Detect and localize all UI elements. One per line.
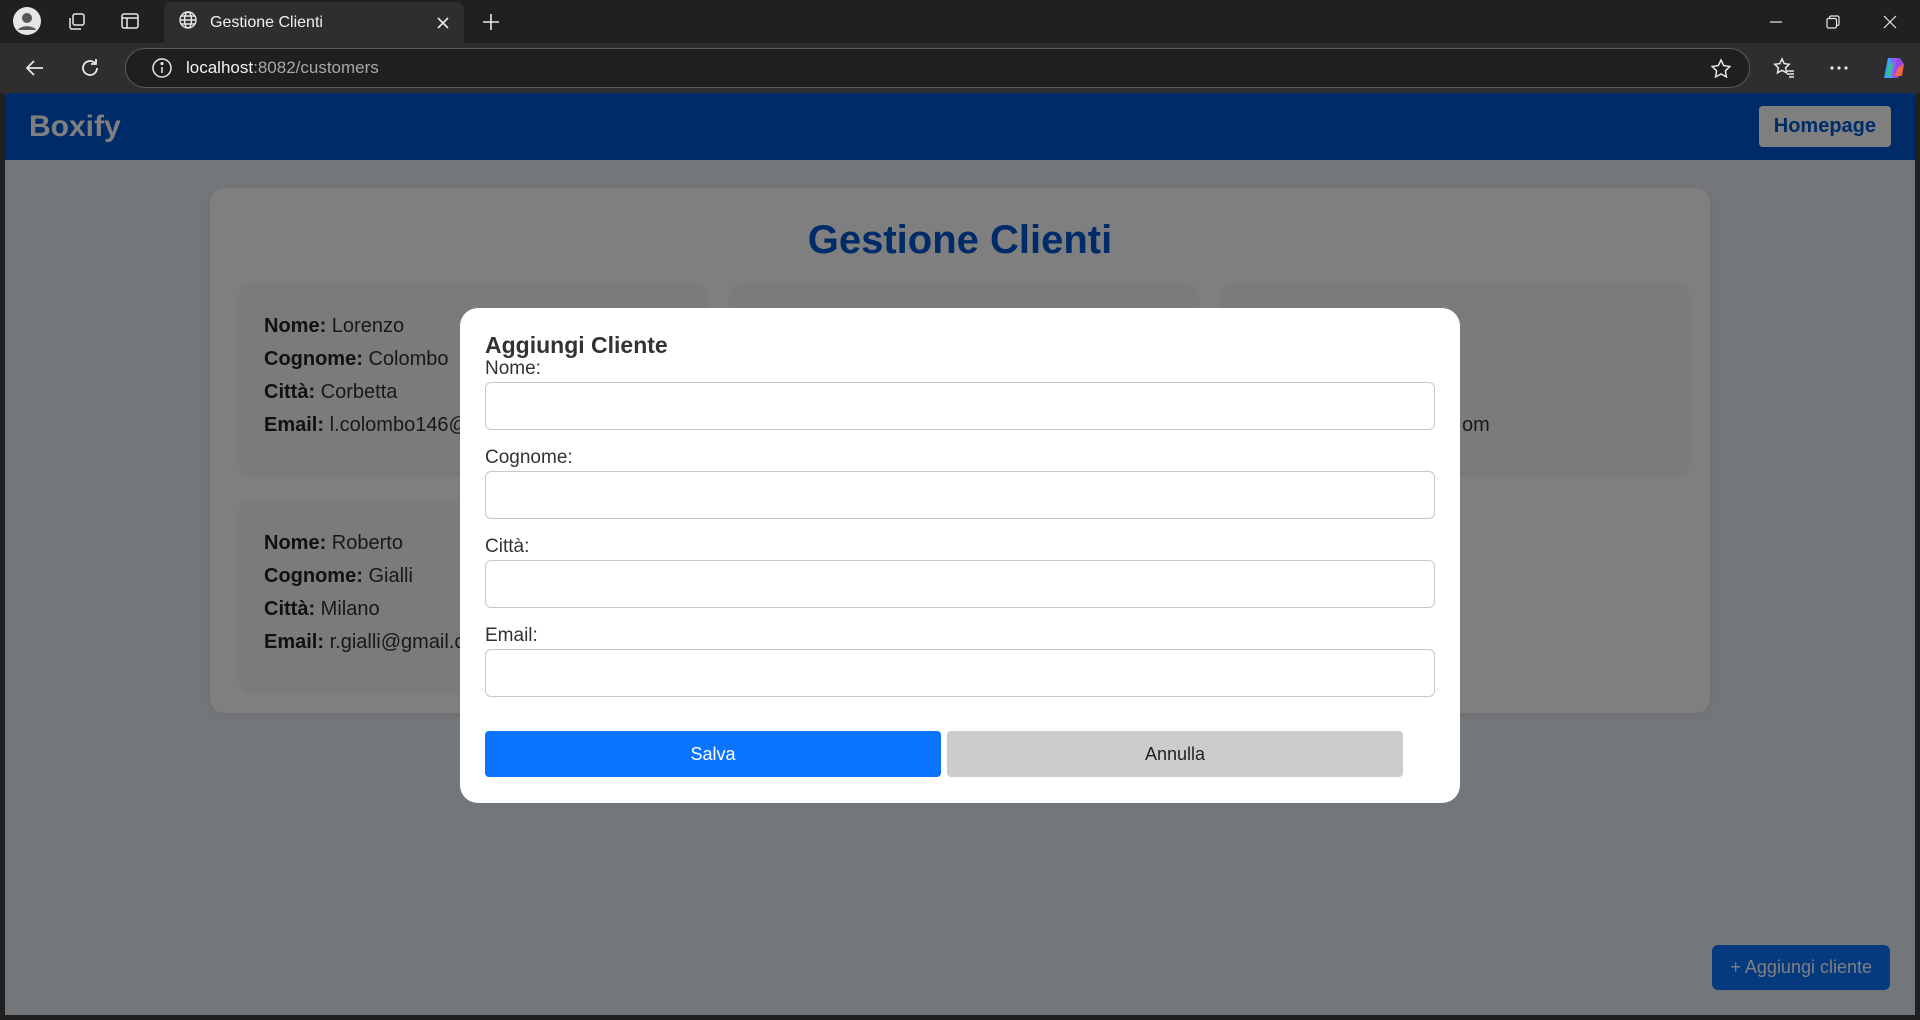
citta-label: Città: (485, 536, 530, 557)
url-path: :8082/customers (253, 58, 379, 77)
form-field-citta: Città: (485, 536, 1435, 608)
nome-input[interactable] (485, 382, 1435, 430)
form-field-cognome: Cognome: (485, 447, 1435, 519)
new-tab-icon[interactable] (476, 7, 506, 37)
form-field-email: Email: (485, 625, 1435, 697)
reload-icon[interactable] (72, 51, 108, 85)
cognome-input[interactable] (485, 471, 1435, 519)
restore-icon[interactable] (1805, 0, 1861, 43)
browser-toolbar: localhost:8082/customers (0, 43, 1920, 93)
tab-title: Gestione Clienti (210, 13, 323, 31)
browser-titlebar: Gestione Clienti (0, 0, 1920, 43)
close-window-icon[interactable] (1862, 0, 1918, 43)
workspaces-icon[interactable] (60, 6, 94, 36)
citta-input[interactable] (485, 560, 1435, 608)
add-client-modal: Aggiungi Cliente Nome: Cognome: Città: E… (460, 308, 1460, 803)
globe-icon (178, 10, 198, 35)
close-tab-icon[interactable] (428, 8, 458, 38)
favorites-icon[interactable] (1766, 51, 1802, 85)
form-field-nome: Nome: (485, 358, 1435, 430)
minimize-icon[interactable] (1748, 0, 1804, 43)
url-text: localhost:8082/customers (186, 58, 379, 78)
browser-tab-active[interactable]: Gestione Clienti (164, 2, 464, 43)
favorite-star-icon[interactable] (1709, 57, 1733, 81)
cancel-button[interactable]: Annulla (947, 731, 1403, 777)
email-label: Email: (485, 625, 538, 646)
url-host: localhost (186, 58, 254, 77)
cognome-label: Cognome: (485, 447, 573, 468)
page-viewport: Boxify Homepage Gestione Clienti Nome: L… (5, 93, 1915, 1015)
more-options-icon[interactable] (1821, 51, 1857, 85)
vertical-tabs-icon[interactable] (113, 6, 147, 36)
save-button[interactable]: Salva (485, 731, 941, 777)
modal-actions: Salva Annulla (485, 731, 1403, 777)
modal-title: Aggiungi Cliente (485, 332, 668, 358)
site-info-icon[interactable] (142, 57, 182, 79)
email-input[interactable] (485, 649, 1435, 697)
copilot-icon[interactable] (1876, 51, 1912, 85)
address-bar[interactable]: localhost:8082/customers (125, 48, 1750, 88)
nome-label: Nome: (485, 358, 541, 379)
back-arrow-icon[interactable] (17, 51, 53, 85)
profile-avatar-icon[interactable] (10, 6, 44, 36)
